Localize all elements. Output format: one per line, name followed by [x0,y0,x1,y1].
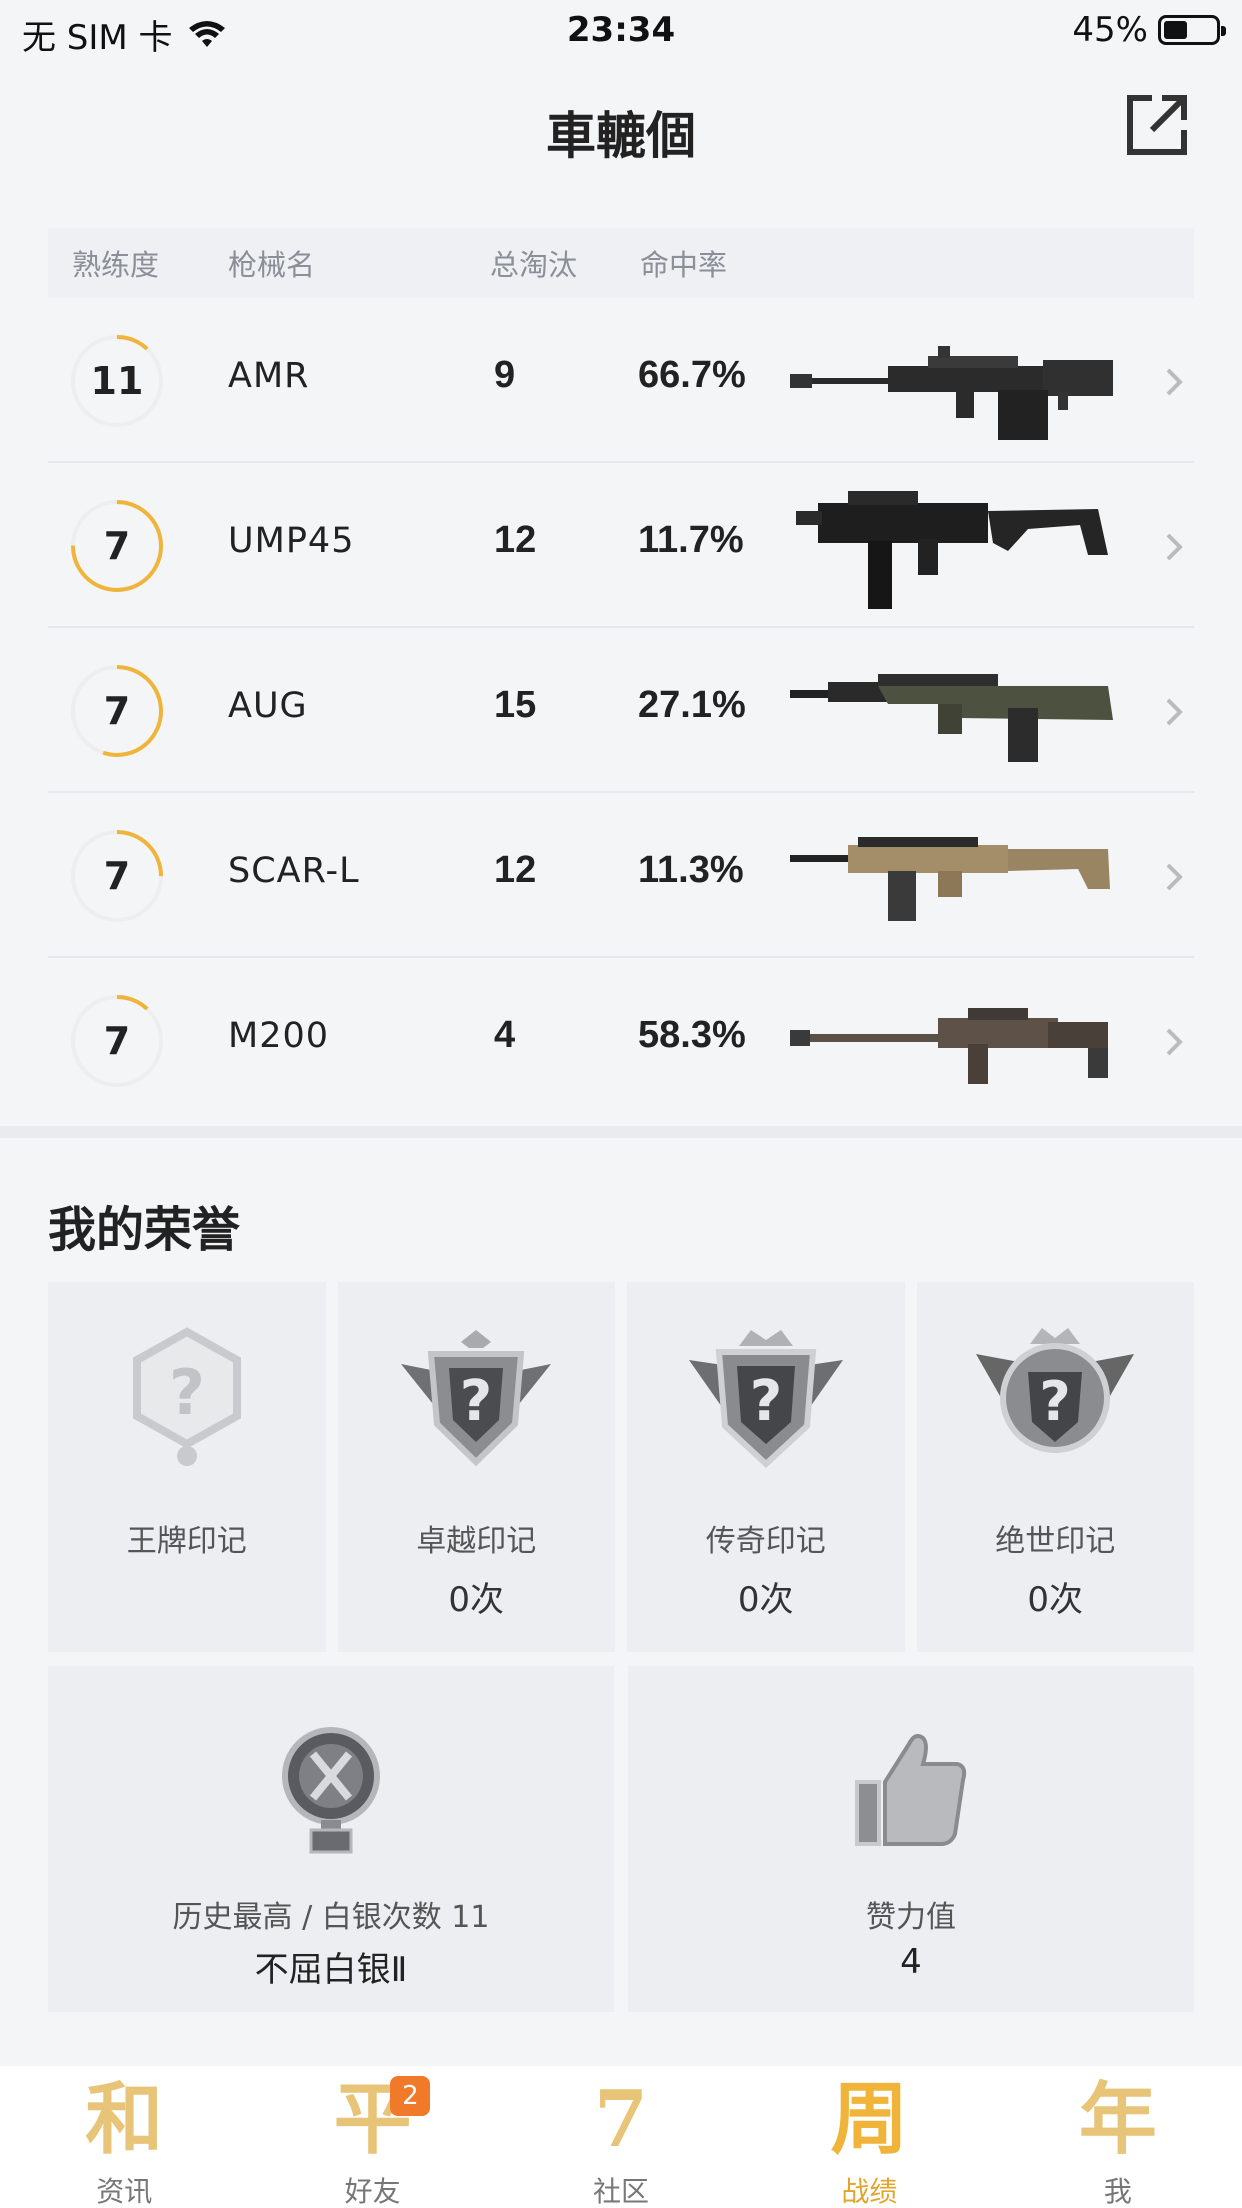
tab-label: 社区 [593,2175,650,2208]
honor-count: 0次 [1027,1580,1084,1620]
notification-badge: 2 [390,2076,431,2116]
weapon-kills: 12 [494,849,537,891]
svg-text:?: ? [750,1369,782,1434]
proficiency-level: 7 [103,524,131,568]
weapon-name: UMP45 [228,521,355,561]
column-header-proficiency: 熟练度 [72,248,160,282]
weapon-kills: 9 [494,354,516,396]
peerless-mark-icon: ? [976,1328,1135,1453]
honor-card-ace[interactable]: ? 王牌印记 [48,1282,326,1652]
weapon-kills: 4 [494,1014,516,1056]
honor-count: 0次 [448,1580,505,1620]
table-row[interactable]: 7 M200 4 58.3% [48,958,1194,1123]
weapon-accuracy: 11.7% [638,519,744,561]
chevron-right-icon [1166,698,1183,726]
likes-label: 赞力值 [866,1900,956,1935]
rank-value: 不屈白银Ⅱ [254,1950,408,1990]
weapon-accuracy: 11.3% [638,849,744,891]
ump45-smg-icon [796,491,1108,609]
weapon-name: SCAR-L [228,851,360,891]
amr-rifle-icon [790,346,1113,440]
tab-label: 我 [1103,2175,1132,2208]
column-header-weapon-name: 枪械名 [228,248,316,282]
table-header: 熟练度 枪械名 总淘汰 命中率 [48,228,1194,298]
tab-me[interactable]: 年 我 [994,2066,1242,2208]
rank-card[interactable]: 历史最高 / 白银次数 11 不屈白银Ⅱ [48,1666,614,2012]
svg-text:?: ? [169,1356,205,1429]
status-bar: 无 SIM 卡 23:34 45% [0,0,1242,62]
weapon-accuracy: 58.3% [638,1014,746,1056]
battery-percent: 45% [1072,10,1148,50]
scar-l-rifle-icon [790,837,1110,921]
weapon-kills: 15 [494,684,537,726]
chevron-right-icon [1166,533,1183,561]
bottom-tab-bar: 和 资讯 平 2 好友 7 社区 周 战绩 年 我 [0,2066,1242,2208]
tab-label: 好友 [344,2175,401,2208]
tab-friends-icon: 平 [333,2074,412,2165]
tab-label: 战绩 [841,2175,898,2208]
weapon-name: AUG [228,686,308,726]
table-row[interactable]: 7 AUG 15 27.1% [48,628,1194,793]
tab-records-icon: 周 [830,2074,909,2165]
column-header-accuracy: 命中率 [640,248,728,282]
silver-rank-icon [282,1727,380,1854]
honor-label: 王牌印记 [126,1524,247,1559]
tab-news-icon: 和 [85,2074,164,2165]
honor-card-peerless[interactable]: ? 绝世印记 0次 [916,1282,1194,1652]
rank-label: 历史最高 / 白银次数 11 [172,1900,490,1935]
proficiency-level: 7 [103,1019,131,1063]
tab-label: 资讯 [96,2175,153,2208]
weapon-kills: 12 [494,519,537,561]
honor-card-excellence[interactable]: ? 卓越印记 0次 [337,1282,615,1652]
battery-fill [1164,21,1187,39]
tab-friends[interactable]: 平 2 好友 [248,2066,496,2208]
weapon-table: 熟练度 枪械名 总淘汰 命中率 11 AMR 9 66.7% 7 UMP45 1… [48,228,1194,1123]
tab-me-icon: 年 [1078,2074,1157,2165]
share-icon[interactable] [1124,92,1190,158]
honor-label: 卓越印记 [416,1524,537,1559]
svg-text:?: ? [1040,1370,1071,1433]
table-row[interactable]: 7 UMP45 12 11.7% [48,463,1194,628]
thumbs-up-icon [855,1734,967,1846]
m200-sniper-icon [790,1008,1108,1084]
honor-stats: 历史最高 / 白银次数 11 不屈白银Ⅱ 赞力值 4 [48,1666,1194,2012]
weapon-name: AMR [228,356,310,396]
weapon-accuracy: 66.7% [638,354,746,396]
clock: 23:34 [566,10,676,50]
section-divider [0,1126,1242,1138]
header: 車轆個 [0,80,1242,170]
aug-rifle-icon [790,674,1113,762]
battery-icon [1158,15,1226,45]
proficiency-level: 7 [103,854,131,898]
chevron-right-icon [1166,863,1183,891]
ace-mark-icon: ? [132,1327,241,1466]
page-title: 車轆個 [546,107,696,165]
honor-card-legend[interactable]: ? 传奇印记 0次 [627,1282,905,1652]
honor-label: 传奇印记 [705,1524,826,1559]
column-header-kills: 总淘汰 [490,248,578,282]
honor-label: 绝世印记 [995,1524,1116,1559]
tab-community[interactable]: 7 社区 [497,2066,745,2208]
tab-news[interactable]: 和 资讯 [0,2066,248,2208]
weapon-accuracy: 27.1% [638,684,746,726]
weapon-name: M200 [228,1016,330,1056]
proficiency-level: 11 [90,359,144,403]
tab-records[interactable]: 周 战绩 [745,2066,993,2208]
chevron-right-icon [1166,1028,1183,1056]
svg-text:?: ? [460,1369,492,1434]
chevron-right-icon [1166,368,1183,396]
honor-badges: ? 王牌印记 ? 卓越印记 0次 ? 传奇印记 0次 ? 绝世印记 0次 [48,1282,1194,1652]
excellence-mark-icon: ? [401,1330,552,1467]
table-row[interactable]: 11 AMR 9 66.7% [48,298,1194,463]
honors-title: 我的荣誉 [48,1202,241,1258]
legend-mark-icon: ? [688,1330,843,1469]
honor-count: 0次 [737,1580,794,1620]
tab-community-icon: 7 [593,2074,649,2165]
proficiency-level: 7 [103,689,131,733]
likes-card[interactable]: 赞力值 4 [628,1666,1194,2012]
table-row[interactable]: 7 SCAR-L 12 11.3% [48,793,1194,958]
battery-group: 45% [1072,10,1226,50]
likes-value: 4 [900,1942,922,1982]
